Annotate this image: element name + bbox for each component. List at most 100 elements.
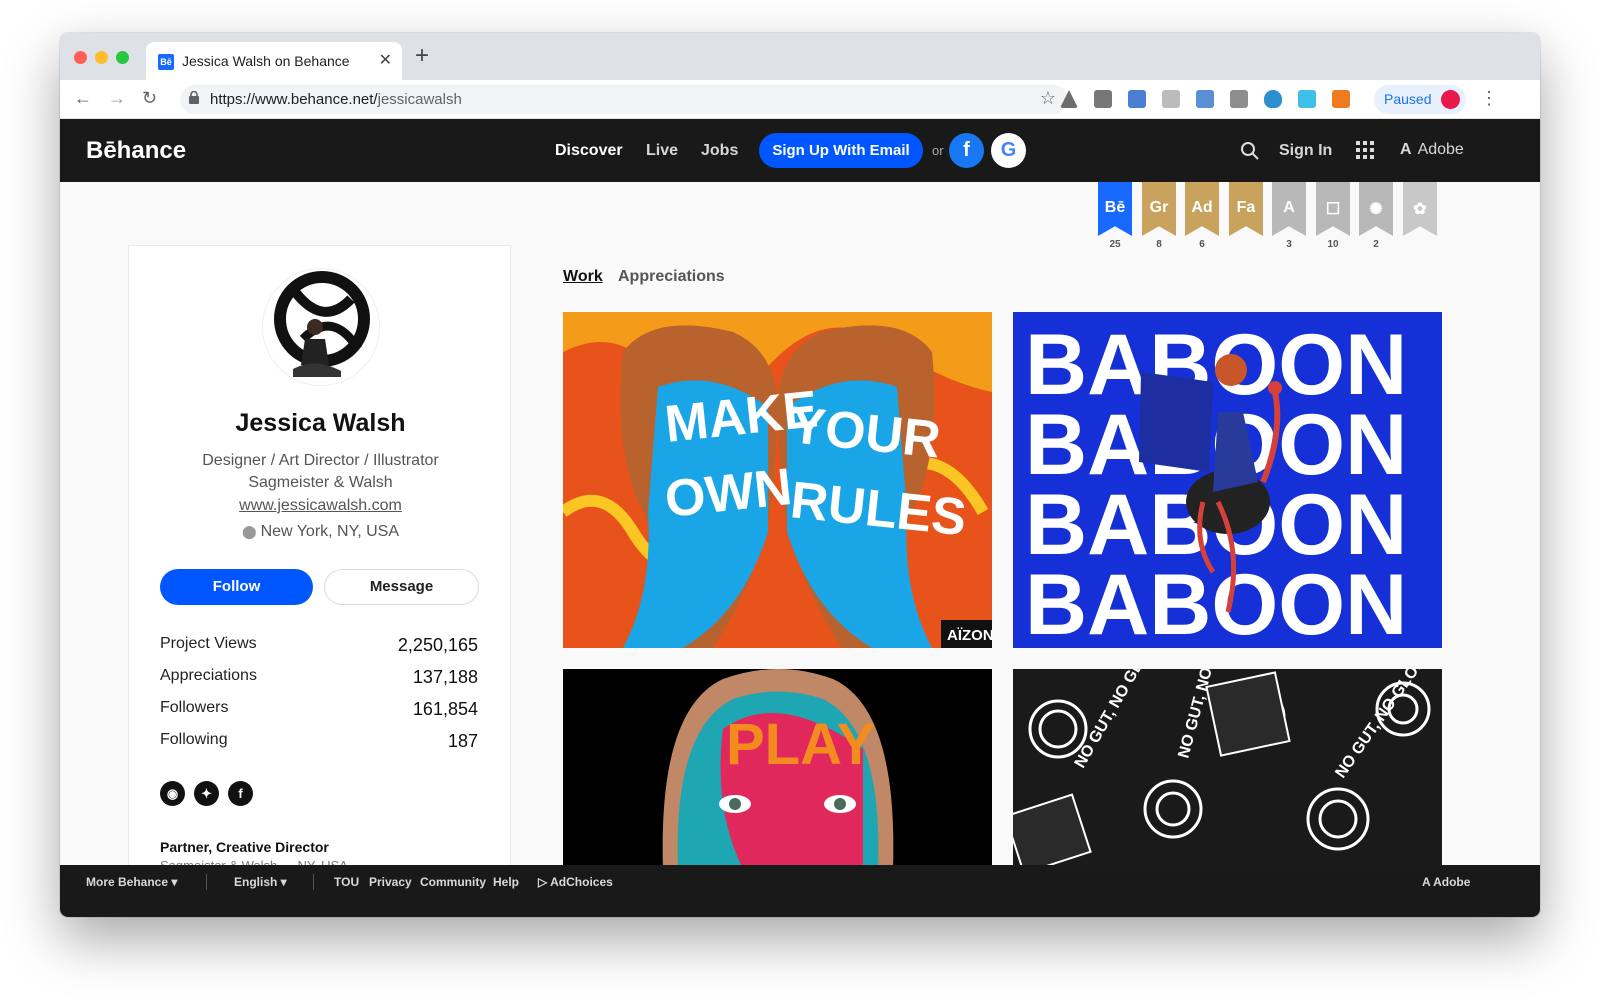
footer-adobe[interactable]: A Adobe: [1422, 875, 1470, 889]
badge-count: 6: [1199, 239, 1205, 250]
new-tab-button[interactable]: +: [415, 44, 429, 68]
url-text: https://www.behance.net/jessicawalsh: [210, 91, 462, 108]
analytics-extension-icon[interactable]: [1332, 90, 1350, 108]
lock-icon: [189, 90, 199, 107]
project-badge-aizon: AÏZON: [947, 627, 992, 644]
stat-label: Following: [160, 731, 228, 748]
follow-button[interactable]: Follow: [160, 569, 313, 605]
footer-more-behance[interactable]: More Behance ▾: [86, 875, 177, 889]
camera-extension-icon[interactable]: [1094, 90, 1112, 108]
badge-ribbon[interactable]: Gr: [1142, 182, 1176, 236]
search-icon[interactable]: [1240, 141, 1260, 161]
footer-privacy[interactable]: Privacy: [369, 875, 412, 889]
adobe-logo-icon: A: [1400, 141, 1412, 158]
adobe-logo-icon: A: [1422, 875, 1434, 889]
nav-live[interactable]: Live: [646, 142, 678, 160]
badge-ribbon[interactable]: ☐: [1316, 182, 1350, 236]
reload-icon[interactable]: ↻: [142, 88, 157, 109]
browser-toolbar: ← → ↻ https://www.behance.net/jessicawal…: [60, 80, 1540, 119]
address-bar[interactable]: https://www.behance.net/jessicawalsh ☆: [180, 85, 1068, 114]
adchoices-label: AdChoices: [550, 875, 613, 889]
nav-jobs[interactable]: Jobs: [701, 142, 738, 160]
extension-icon[interactable]: [1128, 90, 1146, 108]
footer-adchoices[interactable]: ▷ AdChoices: [538, 875, 613, 889]
profile-paused-button[interactable]: Paused: [1374, 85, 1466, 114]
profile-name: Jessica Walsh: [235, 409, 406, 437]
profile-occupation: Designer / Art Director / Illustrator: [202, 452, 439, 469]
badge-count: 25: [1109, 239, 1121, 250]
stat-value: 161,854: [412, 699, 478, 719]
profile-website-link[interactable]: www.jessicawalsh.com: [239, 497, 402, 514]
forward-arrow-icon[interactable]: →: [108, 88, 126, 109]
profile-card: Jessica Walsh Designer / Art Director / …: [128, 245, 511, 885]
browser-window: Bē Jessica Walsh on Behance ✕ + ← → ↻ ht…: [60, 33, 1540, 917]
footer-tou[interactable]: TOU: [334, 875, 359, 889]
profile-website-row: www.jessicawalsh.com: [129, 497, 512, 515]
badge-label: ☐: [1316, 182, 1350, 236]
badge-count: 10: [1327, 239, 1339, 250]
instagram-icon[interactable]: ◉: [160, 781, 185, 806]
more-menu-icon[interactable]: ⋮: [1480, 88, 1498, 109]
adchoices-icon: ▷: [538, 875, 551, 889]
badge-label: ✿: [1403, 182, 1437, 236]
location-pin-icon: ⬤: [242, 524, 257, 539]
stat-label: Appreciations: [160, 667, 257, 684]
code-extension-icon[interactable]: [1230, 90, 1248, 108]
facebook-login-button[interactable]: f: [949, 133, 984, 168]
badge-label: ✺: [1359, 182, 1393, 236]
footer-language[interactable]: English ▾: [234, 875, 287, 889]
tab-appreciations[interactable]: Appreciations: [618, 268, 725, 286]
shield-extension-icon[interactable]: [1264, 90, 1282, 108]
facebook-icon[interactable]: f: [228, 781, 253, 806]
close-window-button[interactable]: [74, 51, 87, 64]
twitter-icon[interactable]: ✦: [194, 781, 219, 806]
minimize-window-button[interactable]: [95, 51, 108, 64]
behance-footer: More Behance ▾ English ▾ TOU Privacy Com…: [60, 865, 1540, 917]
maximize-window-button[interactable]: [116, 51, 129, 64]
project-card-make-your-own-rules[interactable]: MAKE OWN YOUR RULES AÏZON: [563, 312, 992, 648]
behance-logo[interactable]: Bēhance: [86, 137, 186, 165]
badge-ribbon[interactable]: Fa: [1229, 182, 1263, 236]
badge-ribbon[interactable]: Bē: [1098, 182, 1132, 236]
back-arrow-icon[interactable]: ←: [74, 88, 92, 109]
sign-up-email-button[interactable]: Sign Up With Email: [759, 133, 923, 168]
or-label: or: [932, 143, 944, 158]
profile-company: Sagmeister & Walsh: [248, 474, 393, 491]
job-title: Partner, Creative Director: [160, 839, 329, 855]
extension-icon[interactable]: [1162, 90, 1180, 108]
tab-work[interactable]: Work: [563, 268, 603, 286]
badge-label: Fa: [1229, 182, 1263, 236]
project-card-baboon[interactable]: BABOON BABOON BABOON BABOON: [1013, 312, 1442, 648]
url-path: jessicawalsh: [377, 91, 462, 108]
tab-strip: Bē Jessica Walsh on Behance ✕ +: [60, 33, 1540, 80]
footer-adobe-label: Adobe: [1433, 875, 1471, 889]
badge-label: Bē: [1098, 182, 1132, 236]
bookmark-star-icon[interactable]: ☆: [1040, 88, 1056, 109]
sign-in-link[interactable]: Sign In: [1279, 142, 1332, 160]
footer-community[interactable]: Community: [420, 875, 486, 889]
behance-favicon-icon: Bē: [158, 54, 174, 70]
nav-discover[interactable]: Discover: [555, 142, 623, 160]
extension-icon[interactable]: [1298, 90, 1316, 108]
close-tab-icon[interactable]: ✕: [379, 50, 392, 70]
project-card-no-gut-no-glory[interactable]: NO GUT, NO GLORY NO GUT, NO GLORY NO GUT…: [1013, 669, 1442, 869]
google-login-button[interactable]: G: [991, 133, 1026, 168]
footer-divider: [206, 874, 207, 890]
message-button[interactable]: Message: [324, 569, 479, 605]
baboon-line-4: BABOON: [1025, 557, 1407, 648]
profile-avatar: [1441, 90, 1460, 109]
location-text: New York, NY, USA: [260, 523, 399, 540]
badge-ribbon[interactable]: ✺: [1359, 182, 1393, 236]
badge-ribbon[interactable]: A: [1272, 182, 1306, 236]
badge-count: 3: [1286, 239, 1292, 250]
badge-ribbon[interactable]: ✿: [1403, 182, 1437, 236]
adobe-link[interactable]: A Adobe: [1400, 141, 1464, 159]
footer-help[interactable]: Help: [493, 875, 519, 889]
project-card-play[interactable]: PLAY: [563, 669, 992, 869]
profile-location: ⬤ New York, NY, USA: [129, 523, 512, 541]
browser-tab[interactable]: Bē Jessica Walsh on Behance ✕: [146, 42, 402, 80]
paused-label: Paused: [1384, 91, 1432, 107]
extension-icon[interactable]: [1196, 90, 1214, 108]
badge-label: A: [1272, 182, 1306, 236]
badge-ribbon[interactable]: Ad: [1185, 182, 1219, 236]
